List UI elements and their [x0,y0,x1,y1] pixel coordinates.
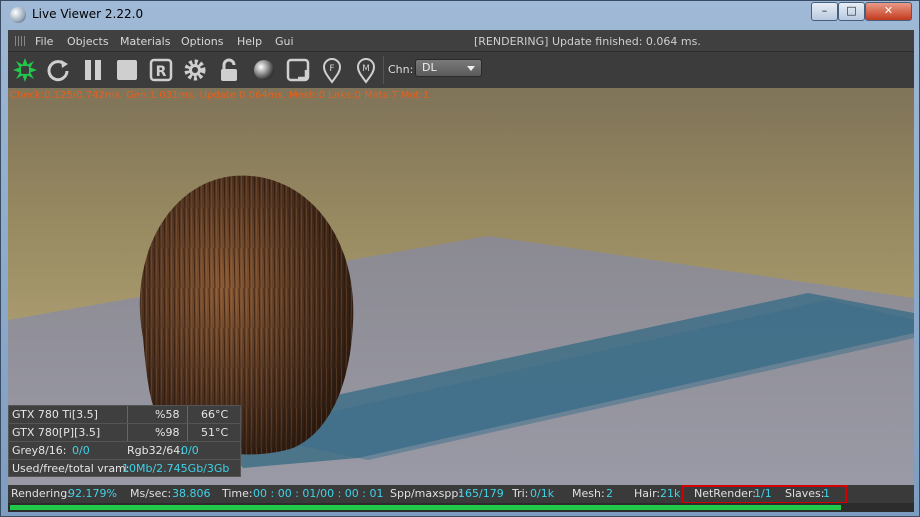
client-area: File Objects Materials Options Help Gui … [8,30,914,512]
time-value: 00 : 00 : 01/00 : 00 : 01 [253,487,384,500]
svg-text:R: R [156,64,167,80]
time-label: Time: [222,487,253,500]
window-title: Live Viewer 2.22.0 [32,7,144,21]
texture-info-row: Grey8/16: 0/0 Rgb32/64: 0/0 [8,441,241,459]
spp-value: 165/179 [458,487,504,500]
menu-objects[interactable]: Objects [67,35,109,48]
chevron-down-icon [467,66,475,71]
channel-select[interactable]: DL [415,59,482,77]
hair-label: Hair: [634,487,661,500]
pause-icon[interactable] [79,56,107,84]
ms-label: Ms/sec: [130,487,172,500]
gpu-temp: 66°C [201,408,229,421]
svg-text:F: F [329,64,334,74]
grip-icon[interactable] [15,36,27,46]
focus-marker-icon[interactable]: F [318,56,346,84]
live-viewer-window: Live Viewer 2.22.0 – □ ✕ File Objects Ma… [0,0,920,517]
gpu-info-panel: GTX 780 Ti[3.5] %58 66°C GTX 780[P][3.5]… [8,405,241,477]
tri-value: 0/1k [530,487,555,500]
channel-label: Chn: [388,63,414,76]
gpu-usage: %58 [155,408,180,421]
material-marker-icon[interactable]: M [352,56,380,84]
vram-label: Used/free/total vram: [12,462,130,475]
material-sphere-icon[interactable] [250,56,278,84]
menu-file[interactable]: File [35,35,53,48]
region-render-icon[interactable]: R [147,56,175,84]
gpu-name: GTX 780 Ti[3.5] [12,408,98,421]
render-progress-bar [8,503,914,512]
stop-icon[interactable] [113,56,141,84]
menu-help[interactable]: Help [237,35,262,48]
render-stats-line: Check:0.125/0.742ms. Gen:1.031ms. Update… [10,90,430,101]
rgb-label: Rgb32/64: [127,444,185,457]
status-bar: Rendering: 92.179% Ms/sec: 38.806 Time: … [8,485,914,504]
render-viewport[interactable]: Check:0.125/0.742ms. Gen:1.031ms. Update… [8,88,914,485]
toolbar: R F M Chn: DL [8,52,914,88]
mesh-value: 2 [606,487,613,500]
grey-value: 0/0 [72,444,90,457]
svg-text:M: M [362,64,370,74]
tri-label: Tri: [512,487,529,500]
gpu-temp: 51°C [201,426,229,439]
grey-label: Grey8/16: [12,444,67,457]
ms-value: 38.806 [172,487,211,500]
channel-value: DL [422,61,437,74]
octane-logo-icon[interactable] [11,56,39,84]
minimize-button[interactable]: – [811,2,838,21]
restart-icon[interactable] [44,56,72,84]
rendering-value: 92.179% [68,487,117,500]
netrender-highlight-box [682,485,847,504]
maximize-button[interactable]: □ [838,2,865,21]
render-progress-fill [10,505,841,510]
title-bar[interactable]: Live Viewer 2.22.0 – □ ✕ [1,1,919,29]
settings-gear-icon[interactable] [181,56,209,84]
cinema4d-app-icon [10,7,26,23]
focus-pick-icon[interactable] [284,56,312,84]
gpu-row: GTX 780 Ti[3.5] %58 66°C [8,405,241,423]
close-button[interactable]: ✕ [865,2,912,21]
vram-info-row: Used/free/total vram: 10Mb/2.745Gb/3Gb [8,459,241,477]
menu-bar: File Objects Materials Options Help Gui … [8,30,914,52]
spp-label: Spp/maxspp: [390,487,463,500]
gpu-name: GTX 780[P][3.5] [12,426,101,439]
menu-materials[interactable]: Materials [120,35,170,48]
render-status-message: [RENDERING] Update finished: 0.064 ms. [474,35,701,48]
menu-options[interactable]: Options [181,35,223,48]
hair-value: 21k [660,487,681,500]
rgb-value: 0/0 [181,444,199,457]
toolbar-separator [383,56,384,84]
menu-gui[interactable]: Gui [275,35,294,48]
gpu-row: GTX 780[P][3.5] %98 51°C [8,423,241,441]
gpu-usage: %98 [155,426,180,439]
vram-value: 10Mb/2.745Gb/3Gb [122,462,230,475]
rendering-label: Rendering: [11,487,71,500]
mesh-label: Mesh: [572,487,605,500]
lock-icon[interactable] [215,56,243,84]
